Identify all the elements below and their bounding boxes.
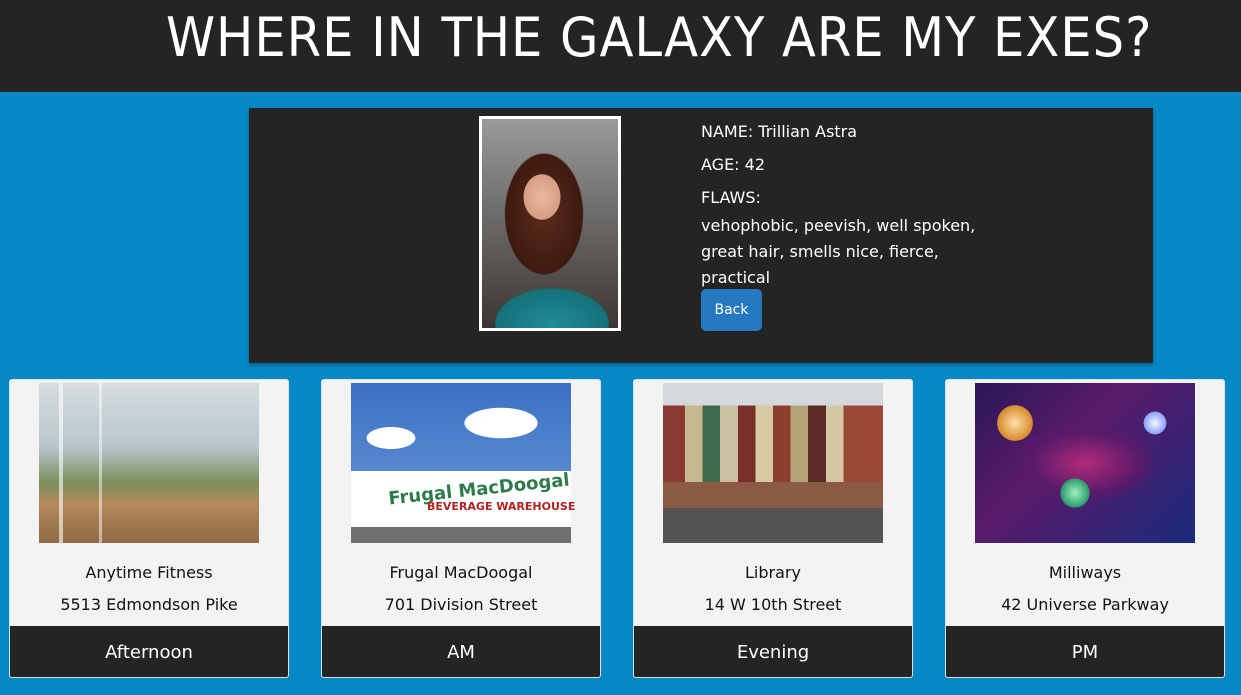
location-card-frugal-macdoogal[interactable]: Frugal MacDoogal BEVERAGE WAREHOUSE Frug… — [321, 379, 601, 678]
profile-flaws-text: vehophobic, peevish, well spoken, great … — [701, 216, 976, 287]
location-address: 14 W 10th Street — [704, 595, 842, 614]
location-card-library[interactable]: Library 14 W 10th Street Evening — [633, 379, 913, 678]
location-time: Evening — [634, 626, 912, 677]
location-name: Milliways — [1048, 563, 1122, 582]
site-header: WHERE IN THE GALAXY ARE MY EXES? — [0, 0, 1241, 92]
location-address: 42 Universe Parkway — [1001, 595, 1169, 614]
location-card-anytime-fitness[interactable]: Anytime Fitness 5513 Edmondson Pike Afte… — [9, 379, 289, 678]
location-time: Afternoon — [10, 626, 288, 677]
location-card-milliways[interactable]: Milliways 42 Universe Parkway PM — [945, 379, 1225, 678]
location-name: Anytime Fitness — [85, 563, 213, 582]
profile-photo — [479, 116, 621, 331]
location-time: AM — [322, 626, 600, 677]
location-name: Frugal MacDoogal — [389, 563, 533, 582]
location-image: Frugal MacDoogal BEVERAGE WAREHOUSE — [351, 383, 575, 543]
store-sign-subtext: BEVERAGE WAREHOUSE — [427, 500, 576, 513]
location-time: PM — [946, 626, 1224, 677]
location-name: Library — [745, 563, 801, 582]
location-address: 5513 Edmondson Pike — [60, 595, 238, 614]
location-image — [975, 383, 1195, 543]
back-button[interactable]: Back — [701, 289, 762, 331]
location-image — [663, 383, 883, 543]
profile-flaws-label: FLAWS: — [701, 188, 761, 207]
location-address: 701 Division Street — [384, 595, 538, 614]
location-image — [39, 383, 259, 543]
page-title: WHERE IN THE GALAXY ARE MY EXES? — [166, 6, 1153, 69]
profile-age: AGE: 42 — [701, 155, 766, 174]
profile-name: NAME: Trillian Astra — [701, 122, 858, 141]
profile-panel: NAME: Trillian Astra AGE: 42 FLAWS: veho… — [249, 108, 1153, 363]
profile-info: NAME: Trillian Astra AGE: 42 FLAWS: veho… — [701, 122, 1001, 291]
library-street-overlay — [663, 383, 883, 543]
